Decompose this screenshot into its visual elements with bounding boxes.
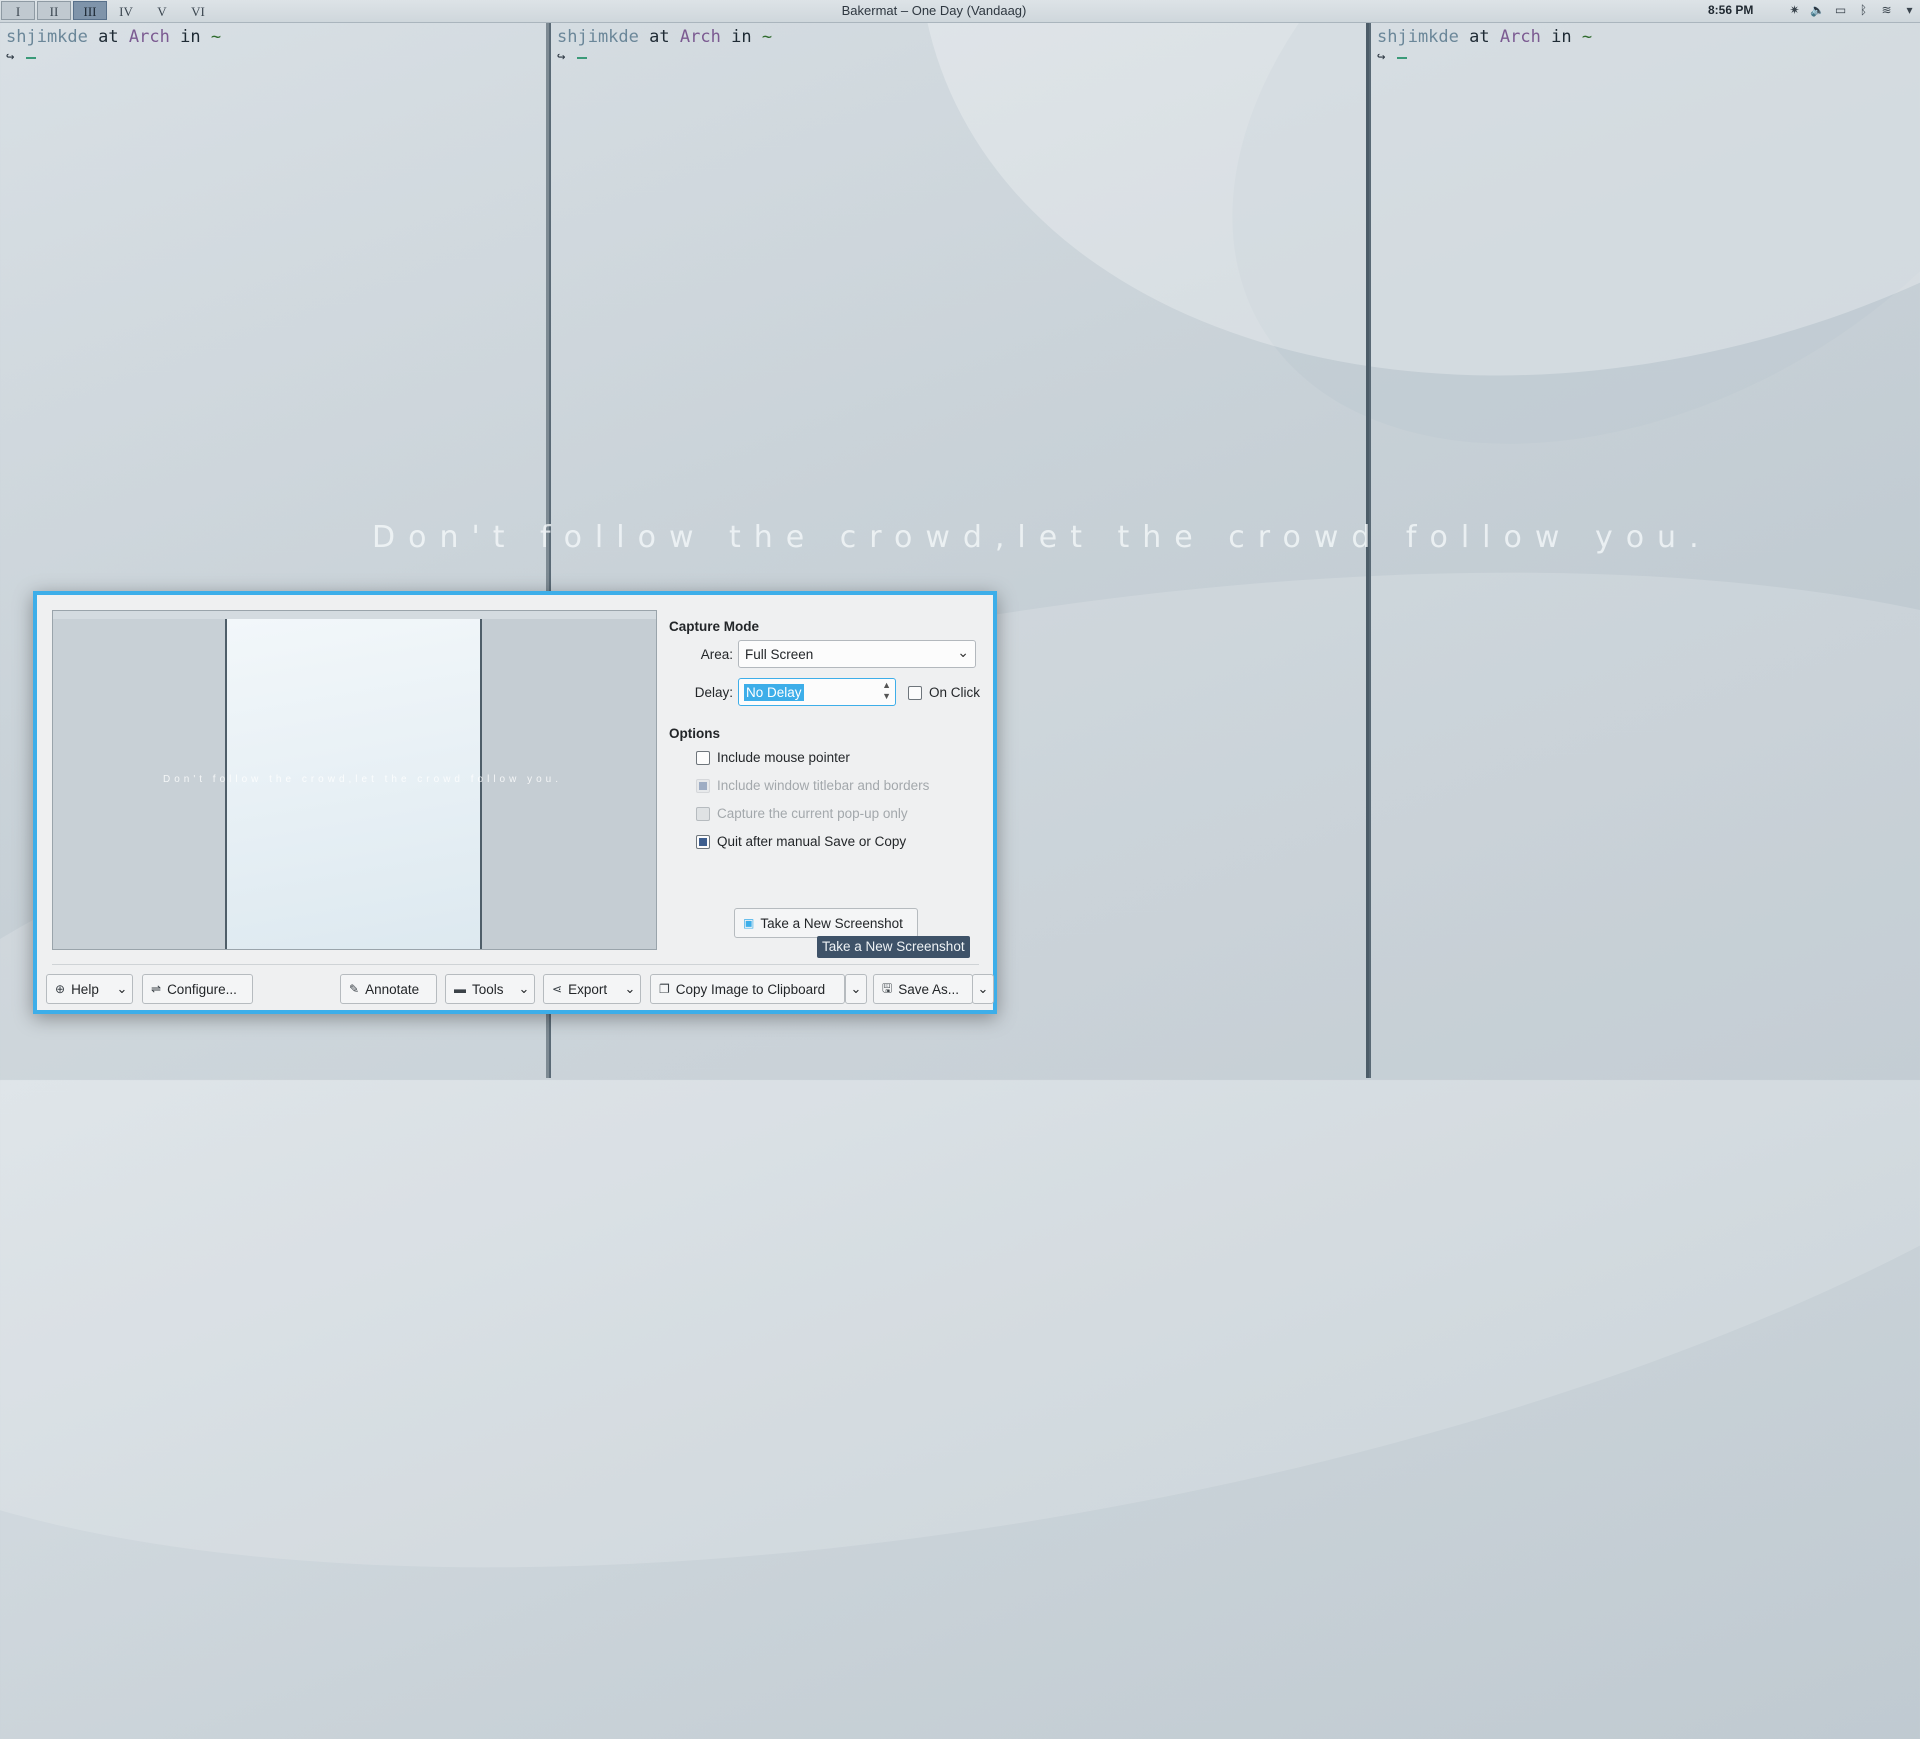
on-click-label: On Click (929, 685, 981, 700)
prompt-user: shjimkde (557, 27, 639, 47)
area-value: Full Screen (745, 647, 814, 662)
annotate-label: Annotate (365, 981, 420, 997)
popup-label: Capture the current pop-up only (717, 806, 908, 821)
mouse-pointer-label: Include mouse pointer (717, 750, 850, 765)
configure-button[interactable]: ⇌ Configure... (142, 974, 253, 1004)
terminal-cursor (1397, 57, 1407, 59)
chevron-down-icon: ⌄ (957, 644, 969, 660)
tools-label: Tools (472, 981, 504, 997)
titlebar-checkbox (696, 778, 710, 793)
spin-arrows-icon[interactable]: ▲ ▼ (882, 680, 891, 702)
quit-after-checkbox[interactable] (696, 834, 710, 849)
system-tray: ✷ 🔈 ▭ ᛒ ≋ ▾ (1786, 2, 1918, 19)
copy-clipboard-button[interactable]: ❐ Copy Image to Clipboard (650, 974, 845, 1004)
prompt-dir: ~ (210, 27, 222, 47)
settings-icon: ⇌ (151, 982, 162, 996)
options-title: Options (669, 726, 720, 741)
network-icon[interactable]: ✷ (1786, 2, 1803, 19)
prompt-dir: ~ (761, 27, 773, 47)
prompt-in: in (1551, 27, 1572, 47)
save-options-dropdown[interactable]: ⌄ (972, 974, 994, 1004)
save-icon: 🖫 (882, 980, 893, 995)
terminal-cursor (26, 57, 36, 59)
save-as-button[interactable]: 🖫 Save As... (873, 974, 973, 1004)
copy-label: Copy Image to Clipboard (675, 981, 826, 997)
expand-icon[interactable]: ▾ (1901, 2, 1918, 19)
take-screenshot-label: Take a New Screenshot (760, 915, 903, 931)
help-label: Help (71, 981, 99, 997)
delay-spinbox[interactable]: No Delay ▲ ▼ (738, 678, 896, 706)
prompt-arrow: ↪ (557, 49, 566, 65)
option-titlebar: Include window titlebar and borders (696, 778, 929, 793)
terminal-cursor (577, 57, 587, 59)
copy-options-dropdown[interactable]: ⌄ (845, 974, 867, 1004)
tools-button[interactable]: ▬ Tools ⌄ (445, 974, 535, 1004)
prompt-host: Arch (1499, 27, 1541, 47)
share-icon: ⋖ (552, 982, 563, 996)
prompt-at: at (1469, 27, 1490, 47)
option-popup: Capture the current pop-up only (696, 806, 908, 821)
quit-after-label: Quit after manual Save or Copy (717, 834, 907, 849)
camera-icon: ▣ (743, 916, 755, 930)
prompt-in: in (180, 27, 201, 47)
wallpaper-quote: Don't follow the crowd,let the crowd fol… (372, 520, 1712, 555)
volume-icon[interactable]: 🔈 (1809, 2, 1826, 19)
wifi-icon[interactable]: ≋ (1878, 2, 1895, 19)
clock[interactable]: 8:56 PM (1708, 3, 1753, 17)
chevron-down-icon: ⌄ (977, 981, 989, 996)
prompt-at: at (649, 27, 670, 47)
prompt-at: at (98, 27, 119, 47)
take-screenshot-button[interactable]: ▣ Take a New Screenshot (734, 908, 918, 938)
battery-icon[interactable]: ▭ (1832, 2, 1849, 19)
pencil-icon: ✎ (349, 982, 360, 996)
titlebar-label: Include window titlebar and borders (717, 778, 930, 793)
chevron-down-icon: ⌄ (518, 981, 530, 996)
top-panel: I II III IV V VI Bakermat – One Day (Van… (0, 0, 1920, 23)
terminal-prompt: shjimkde at Arch in ~ (6, 27, 221, 47)
chevron-down-icon: ⌄ (624, 981, 636, 996)
prompt-dir: ~ (1581, 27, 1593, 47)
area-label: Area: (700, 647, 733, 662)
chevron-down-icon: ⌄ (116, 981, 128, 996)
popup-checkbox (696, 806, 710, 821)
window-title: Bakermat – One Day (Vandaag) (841, 3, 1027, 18)
on-click-checkbox[interactable] (908, 685, 922, 700)
copy-icon: ❐ (659, 982, 670, 996)
annotate-button[interactable]: ✎ Annotate (340, 974, 437, 1004)
save-as-label: Save As... (898, 981, 960, 997)
prompt-arrow: ↪ (1377, 49, 1386, 65)
area-select[interactable]: Full Screen ⌄ (738, 640, 976, 668)
option-quit-after[interactable]: Quit after manual Save or Copy (696, 834, 906, 849)
export-label: Export (568, 981, 608, 997)
capture-mode-title: Capture Mode (669, 619, 760, 634)
configure-label: Configure... (167, 981, 237, 997)
prompt-user: shjimkde (1377, 27, 1459, 47)
help-icon: ⊕ (55, 982, 66, 996)
separator (52, 964, 979, 965)
terminal-prompt: shjimkde at Arch in ~ (557, 27, 772, 47)
mouse-pointer-checkbox[interactable] (696, 750, 710, 765)
terminal-prompt: shjimkde at Arch in ~ (1377, 27, 1592, 47)
option-mouse-pointer[interactable]: Include mouse pointer (696, 750, 850, 765)
screenshot-preview[interactable]: Don't follow the crowd,let the crowd fol… (52, 610, 657, 950)
toolbox-icon: ▬ (454, 982, 466, 996)
screenshot-dialog: Don't follow the crowd,let the crowd fol… (33, 591, 997, 1014)
prompt-user: shjimkde (6, 27, 88, 47)
prompt-arrow: ↪ (6, 49, 15, 65)
chevron-down-icon: ⌄ (850, 981, 862, 996)
tooltip: Take a New Screenshot (817, 936, 970, 958)
help-button[interactable]: ⊕ Help ⌄ (46, 974, 133, 1004)
delay-label: Delay: (694, 685, 733, 700)
bluetooth-icon[interactable]: ᛒ (1855, 2, 1872, 19)
prompt-host: Arch (128, 27, 170, 47)
on-click-option[interactable]: On Click (908, 685, 980, 700)
export-button[interactable]: ⋖ Export ⌄ (543, 974, 641, 1004)
prompt-host: Arch (679, 27, 721, 47)
preview-quote: Don't follow the crowd,let the crowd fol… (163, 774, 563, 785)
delay-value: No Delay (744, 684, 804, 701)
prompt-in: in (731, 27, 752, 47)
